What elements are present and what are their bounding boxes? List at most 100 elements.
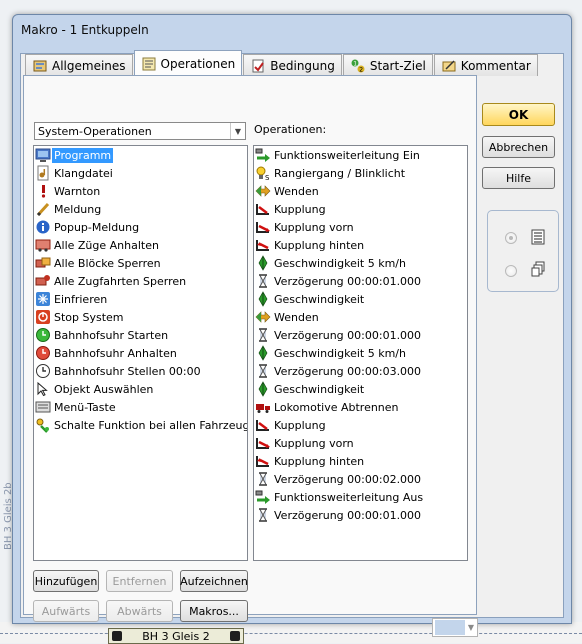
list-item[interactable]: Alle Zugfahrten Sperren xyxy=(34,272,247,290)
list-item[interactable]: Stop System xyxy=(34,308,247,326)
message-icon xyxy=(35,201,51,217)
list-item[interactable]: Klangdatei xyxy=(34,164,247,182)
tab-allgemeines[interactable]: Allgemeines xyxy=(25,54,133,76)
list-item[interactable]: Geschwindigkeit 5 km/h xyxy=(254,254,467,272)
list-item-label: Popup-Meldung xyxy=(54,220,140,234)
speed-icon xyxy=(255,345,271,361)
list-item-label: Lokomotive Abtrennen xyxy=(274,400,399,414)
pages-view-icon xyxy=(531,261,545,277)
list-item[interactable]: Geschwindigkeit xyxy=(254,290,467,308)
record-button[interactable]: Aufzeichnen xyxy=(180,570,248,592)
list-item[interactable]: Kupplung xyxy=(254,416,467,434)
list-item[interactable]: Warnton xyxy=(34,182,247,200)
list-item[interactable]: Alle Blöcke Sperren xyxy=(34,254,247,272)
list-item[interactable]: Kupplung hinten xyxy=(254,236,467,254)
list-item[interactable]: Bahnhofsuhr Stellen 00:00 xyxy=(34,362,247,380)
warning-tone-icon xyxy=(35,183,51,199)
ok-button[interactable]: OK xyxy=(482,103,555,126)
clock-set-icon xyxy=(35,363,51,379)
list-item-label: Bahnhofsuhr Stellen 00:00 xyxy=(54,364,201,378)
background-track-block[interactable]: BH 3 Gleis 2 xyxy=(108,628,244,644)
list-item-label: Alle Blöcke Sperren xyxy=(54,256,161,270)
help-button[interactable]: Hilfe xyxy=(482,167,555,189)
view-mode-radio-pages[interactable] xyxy=(505,265,517,277)
list-item[interactable]: Verzögerung 00:00:01.000 xyxy=(254,326,467,344)
list-item-label: Verzögerung 00:00:03.000 xyxy=(274,364,422,378)
list-item[interactable]: Verzögerung 00:00:01.000 xyxy=(254,506,467,524)
color-select[interactable]: ▼ xyxy=(432,618,478,637)
list-item-label: Schalte Funktion bei allen Fahrzeugen xyxy=(54,418,248,432)
dialog-client-area: Allgemeines Operationen Bedingung 12 Sta… xyxy=(20,50,564,637)
operation-category-select[interactable]: System-Operationen ▼ xyxy=(34,122,246,140)
stop-all-trains-icon xyxy=(35,237,51,253)
list-item[interactable]: Verzögerung 00:00:02.000 xyxy=(254,470,467,488)
list-item[interactable]: Menü-Taste xyxy=(34,398,247,416)
list-item-label: Bahnhofsuhr Anhalten xyxy=(54,346,177,360)
list-item[interactable]: Schalte Funktion bei allen Fahrzeugen xyxy=(34,416,247,434)
view-mode-radio-list[interactable] xyxy=(505,232,517,244)
tab-start-ziel[interactable]: 12 Start-Ziel xyxy=(342,54,433,76)
list-item-label: Rangiergang / Blinklicht xyxy=(274,166,406,180)
coupling-rear-icon xyxy=(255,453,271,469)
list-item-label: Wenden xyxy=(274,184,319,198)
move-down-button[interactable]: Abwärts xyxy=(106,600,173,622)
select-object-icon xyxy=(35,381,51,397)
list-item[interactable]: Programm xyxy=(34,146,247,164)
list-item[interactable]: Einfrieren xyxy=(34,290,247,308)
macros-button[interactable]: Makros... xyxy=(180,600,248,622)
tab-bedingung[interactable]: Bedingung xyxy=(243,54,342,76)
lock-all-routes-icon xyxy=(35,273,51,289)
list-item-label: Einfrieren xyxy=(54,292,108,306)
list-item[interactable]: Objekt Auswählen xyxy=(34,380,247,398)
move-up-button[interactable]: Aufwärts xyxy=(33,600,99,622)
tab-label: Allgemeines xyxy=(52,58,126,73)
stop-system-icon xyxy=(35,309,51,325)
list-item[interactable]: Lokomotive Abtrennen xyxy=(254,398,467,416)
list-item[interactable]: Verzögerung 00:00:03.000 xyxy=(254,362,467,380)
cancel-button[interactable]: Abbrechen xyxy=(482,136,555,158)
delay-hourglass-icon xyxy=(255,327,271,343)
list-item[interactable]: S Rangiergang / Blinklicht xyxy=(254,164,467,182)
delay-hourglass-icon xyxy=(255,507,271,523)
list-item[interactable]: Popup-Meldung xyxy=(34,218,247,236)
remove-button[interactable]: Entfernen xyxy=(106,570,173,592)
list-item[interactable]: Kupplung xyxy=(254,200,467,218)
list-item[interactable]: Funktionsweiterleitung Ein xyxy=(254,146,467,164)
sound-file-icon xyxy=(35,165,51,181)
list-item-label: Kupplung vorn xyxy=(274,436,354,450)
list-item-label: Verzögerung 00:00:01.000 xyxy=(274,508,422,522)
operations-icon xyxy=(141,56,157,72)
svg-text:S: S xyxy=(265,174,270,181)
list-item[interactable]: Kupplung vorn xyxy=(254,434,467,452)
start-destination-icon: 12 xyxy=(350,58,366,74)
list-item[interactable]: Verzögerung 00:00:01.000 xyxy=(254,272,467,290)
list-item[interactable]: Geschwindigkeit xyxy=(254,380,467,398)
operations-list[interactable]: Funktionsweiterleitung Ein S Rangiergang /… xyxy=(253,145,468,561)
list-item-label: Kupplung hinten xyxy=(274,238,365,252)
list-item[interactable]: Funktionsweiterleitung Aus xyxy=(254,488,467,506)
tab-kommentar[interactable]: Kommentar xyxy=(433,54,538,76)
list-item[interactable]: Alle Züge Anhalten xyxy=(34,236,247,254)
list-item-label: Wenden xyxy=(274,310,319,324)
chevron-down-icon[interactable]: ▼ xyxy=(230,123,245,139)
add-button[interactable]: Hinzufügen xyxy=(33,570,99,592)
function-forwarding-icon xyxy=(255,489,271,505)
list-item[interactable]: Kupplung vorn xyxy=(254,218,467,236)
color-swatch xyxy=(435,620,465,635)
chevron-down-icon[interactable]: ▼ xyxy=(465,623,477,632)
list-item[interactable]: Meldung xyxy=(34,200,247,218)
track-end-right-icon xyxy=(230,631,240,641)
speed-icon xyxy=(255,381,271,397)
list-item[interactable]: Bahnhofsuhr Anhalten xyxy=(34,344,247,362)
list-item-label: Meldung xyxy=(54,202,102,216)
tab-operationen[interactable]: Operationen xyxy=(133,50,243,76)
track-block-label: BH 3 Gleis 2 xyxy=(142,629,210,643)
list-item[interactable]: Wenden xyxy=(254,182,467,200)
list-item[interactable]: Wenden xyxy=(254,308,467,326)
list-item[interactable]: Kupplung hinten xyxy=(254,452,467,470)
list-item-label: Geschwindigkeit xyxy=(274,292,365,306)
list-item[interactable]: Bahnhofsuhr Starten xyxy=(34,326,247,344)
coupling-rear-icon xyxy=(255,237,271,253)
list-item[interactable]: Geschwindigkeit 5 km/h xyxy=(254,344,467,362)
system-operations-list[interactable]: Programm Klangdatei Warnton Meldung Popup-Me… xyxy=(33,145,248,561)
